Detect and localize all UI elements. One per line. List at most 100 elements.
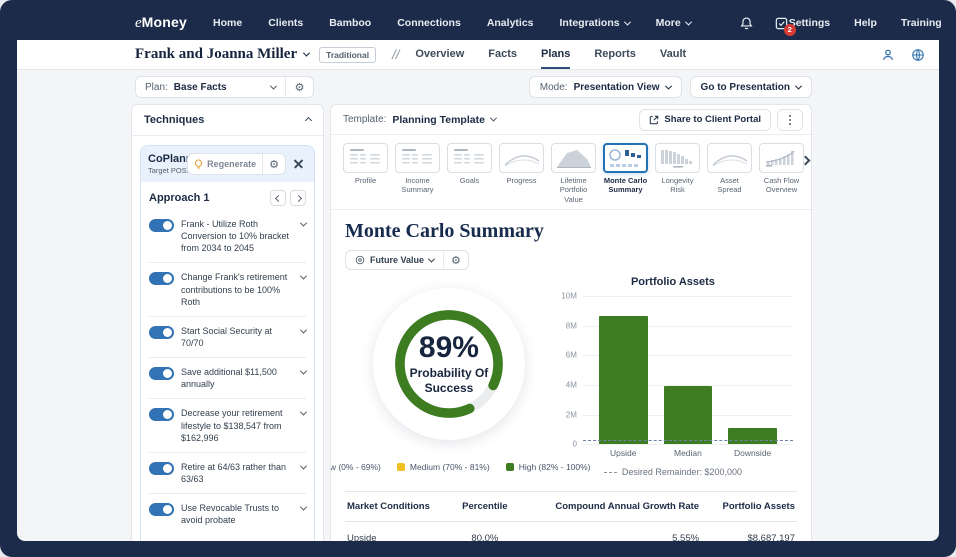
close-icon[interactable] (291, 156, 307, 172)
nav-item-label: Connections (397, 17, 461, 29)
technique-row[interactable]: Start Social Security at 70/70 (149, 316, 306, 357)
collapse-chevron-icon[interactable] (305, 116, 312, 123)
thumbnail-longevity-risk[interactable]: Longevity Risk (655, 143, 700, 195)
client-name-dropdown[interactable]: Frank and Joanna Miller (135, 46, 309, 63)
table-icon (447, 143, 492, 173)
notifications-bell-icon[interactable] (739, 16, 754, 31)
nav-item-label: Home (213, 17, 242, 29)
chart-title: Portfolio Assets (553, 276, 793, 288)
portfolio-assets-chart: Portfolio Assets 10M8M6M4M2M0 UpsideMedi… (553, 274, 797, 477)
coplanner-title: CoPlanner (148, 153, 182, 165)
nav-item-analytics[interactable]: Analytics (487, 17, 534, 29)
target-icon (355, 255, 365, 265)
next-approach-button[interactable] (290, 190, 306, 206)
chevron-down-icon[interactable] (300, 220, 307, 227)
chevron-down-icon (490, 115, 497, 122)
thumbnail-goals[interactable]: Goals (447, 143, 492, 185)
chevron-down-icon[interactable] (300, 326, 307, 333)
probability-gauge: 89% Probability Of Success (373, 288, 525, 440)
nav-item-connections[interactable]: Connections (397, 17, 461, 29)
rising-bars-icon (759, 143, 804, 173)
thumbnail-label: Monte Carlo Summary (603, 176, 648, 195)
go-to-presentation-button[interactable]: Go to Presentation (690, 76, 812, 98)
client-header: Frank and Joanna Miller Traditional // O… (17, 40, 939, 70)
thumbnail-monte-carlo-summary[interactable]: Monte Carlo Summary (603, 143, 648, 195)
thumbnail-lifetime-portfolio-value[interactable]: Lifetime Portfolio Value (551, 143, 596, 204)
reference-line-legend: Desired Remainder: $200,000 (553, 467, 793, 477)
tab-plans[interactable]: Plans (541, 40, 570, 69)
technique-toggle[interactable] (149, 503, 174, 516)
nav-item-clients[interactable]: Clients (268, 17, 303, 29)
thumbnail-cash-flow-overview[interactable]: Cash Flow Overview (759, 143, 804, 195)
app-window: eMoney Home Clients Bamboo Connections Analy… (0, 0, 956, 557)
techniques-panel: Techniques CoPlanner Target POS: 85% (131, 104, 324, 541)
nav-item-bamboo[interactable]: Bamboo (329, 17, 371, 29)
globe-icon[interactable] (911, 48, 925, 62)
plan-settings-button[interactable]: ⚙ (285, 77, 314, 97)
nav-item-help[interactable]: Help (854, 17, 877, 29)
nav-item-more[interactable]: More (656, 17, 691, 29)
mode-selector[interactable]: Mode: Presentation View (529, 76, 682, 98)
top-navigation: eMoney Home Clients Bamboo Connections Analy… (17, 6, 939, 40)
thumbnail-progress[interactable]: Progress (499, 143, 544, 185)
emoney-logo[interactable]: eMoney (135, 14, 187, 32)
thumbnail-income-summary[interactable]: Income Summary (395, 143, 440, 195)
thumbnail-profile[interactable]: Profile (343, 143, 388, 185)
chart-y-tick: 4M (566, 380, 577, 389)
nav-item-home[interactable]: Home (213, 17, 242, 29)
chevron-down-icon (303, 50, 310, 57)
table-header: Percentile (454, 492, 516, 522)
chevron-down-icon[interactable] (300, 273, 307, 280)
workspace: Techniques CoPlanner Target POS: 85% (17, 104, 939, 541)
chevron-down-icon[interactable] (300, 409, 307, 416)
technique-toggle[interactable] (149, 367, 174, 380)
tasks-icon[interactable]: 2 (774, 16, 789, 31)
chevron-down-icon[interactable] (300, 504, 307, 511)
technique-row[interactable]: Retire at 64/63 rather than 63/63 (149, 452, 306, 493)
page-content: Frank and Joanna Miller Traditional // O… (17, 40, 939, 541)
chevron-down-icon[interactable] (300, 462, 307, 469)
previous-approach-button[interactable] (270, 190, 286, 206)
nav-menu: Home Clients Bamboo Connections Analytics Int… (213, 17, 691, 29)
curve-icon (499, 143, 544, 173)
tab-reports[interactable]: Reports (594, 40, 636, 69)
report-settings-button[interactable]: ⚙ (443, 251, 468, 269)
gear-icon: ⚙ (269, 159, 279, 170)
technique-row[interactable]: Use Revocable Trusts to avoid probate (149, 493, 306, 534)
chevron-down-icon[interactable] (300, 368, 307, 375)
nav-item-label: Bamboo (329, 17, 371, 29)
template-selector[interactable]: Template: Planning Template (343, 114, 496, 126)
user-icon[interactable] (881, 48, 895, 62)
nav-item-integrations[interactable]: Integrations (560, 17, 630, 29)
technique-row[interactable]: Save additional $11,500 annually (149, 357, 306, 398)
technique-row[interactable]: Change Frank's retirement contributions … (149, 262, 306, 315)
share-to-client-portal-button[interactable]: Share to Client Portal (639, 109, 771, 131)
technique-row[interactable]: Decrease your retirement lifestyle to $1… (149, 398, 306, 451)
montecarlo-icon (603, 143, 648, 173)
coplanner-settings-button[interactable]: ⚙ (262, 154, 285, 174)
tab-facts[interactable]: Facts (488, 40, 517, 69)
technique-toggle[interactable] (149, 462, 174, 475)
technique-toggle[interactable] (149, 219, 174, 232)
technique-toggle[interactable] (149, 408, 174, 421)
desired-remainder-line (583, 440, 793, 441)
thumbnail-label: Lifetime Portfolio Value (551, 176, 596, 204)
thumbnails-next-icon[interactable] (802, 151, 809, 169)
chart-x-label: Median (664, 448, 713, 458)
technique-list: Frank - Utilize Roth Conversion to 10% b… (149, 210, 306, 534)
technique-toggle[interactable] (149, 326, 174, 339)
tab-vault[interactable]: Vault (660, 40, 686, 69)
thumbnail-asset-spread[interactable]: Asset Spread (707, 143, 752, 195)
legend-swatch-icon (397, 463, 405, 471)
plan-selector[interactable]: Plan: Base Facts (136, 77, 285, 97)
tab-overview[interactable]: Overview (415, 40, 464, 69)
regenerate-button[interactable]: Regenerate (188, 154, 262, 174)
future-value-selector[interactable]: Future Value (346, 251, 443, 269)
more-options-icon[interactable] (777, 109, 803, 131)
legend-label: Medium (70% - 81%) (410, 462, 490, 472)
technique-row[interactable]: Frank - Utilize Roth Conversion to 10% b… (149, 210, 306, 262)
technique-toggle[interactable] (149, 272, 174, 285)
table-row: Upside80.0%5.55%$8,687,197 (345, 522, 797, 541)
thumbnail-label: Asset Spread (707, 176, 752, 195)
nav-item-training[interactable]: Training (901, 17, 942, 29)
